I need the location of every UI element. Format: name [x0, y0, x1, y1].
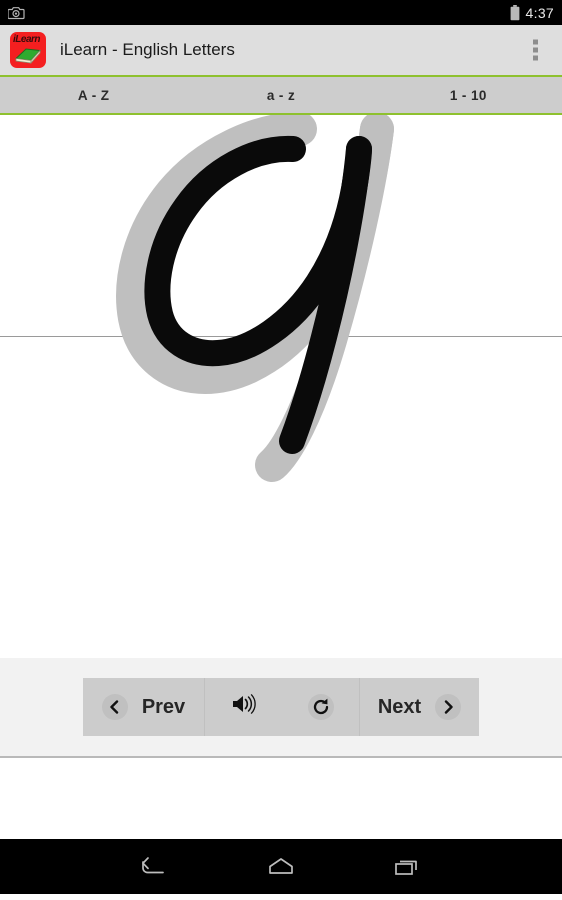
battery-icon — [510, 4, 520, 21]
app-action-bar: iLearn iLearn - English Letters — [0, 25, 562, 75]
status-bar-right: 4:37 — [510, 4, 554, 21]
prev-button[interactable]: Prev — [83, 678, 205, 736]
letter-glyph — [0, 115, 562, 658]
book-icon — [14, 45, 42, 65]
overflow-menu-icon[interactable] — [525, 34, 546, 67]
overflow-dot — [533, 39, 538, 45]
tab-uppercase[interactable]: A - Z — [0, 77, 187, 113]
chevron-left-icon — [101, 694, 128, 720]
prev-button-label: Prev — [141, 695, 186, 718]
tab-numbers[interactable]: 1 - 10 — [375, 77, 562, 113]
refresh-icon — [307, 694, 334, 720]
sound-button[interactable] — [205, 678, 282, 736]
overflow-dot — [533, 47, 538, 53]
app-background-filler — [0, 758, 562, 839]
android-status-bar: 4:37 — [0, 0, 562, 25]
letter-controls-bar: Prev Next — [0, 658, 562, 758]
overflow-dot — [533, 55, 538, 61]
camera-icon — [8, 5, 25, 20]
page-title: iLearn - English Letters — [60, 40, 235, 59]
android-nav-bar — [0, 839, 562, 894]
letter-q-svg — [116, 115, 394, 482]
home-icon[interactable] — [254, 845, 308, 889]
status-bar-left — [8, 5, 25, 20]
letter-tracing-canvas[interactable] — [0, 115, 562, 658]
tab-bar: A - Z a - z 1 - 10 — [0, 75, 562, 115]
chevron-right-icon — [435, 694, 462, 720]
tab-lowercase[interactable]: a - z — [187, 77, 374, 113]
control-button-group: Prev Next — [83, 678, 479, 736]
next-button-label: Next — [377, 695, 422, 718]
speaker-icon — [231, 693, 257, 721]
ilearn-app-icon: iLearn — [10, 32, 46, 68]
recents-icon[interactable] — [381, 845, 435, 889]
back-icon[interactable] — [127, 845, 181, 889]
reset-button[interactable] — [282, 678, 360, 736]
status-bar-clock: 4:37 — [525, 4, 554, 21]
next-button[interactable]: Next — [360, 678, 479, 736]
app-icon-label: iLearn — [13, 34, 41, 45]
